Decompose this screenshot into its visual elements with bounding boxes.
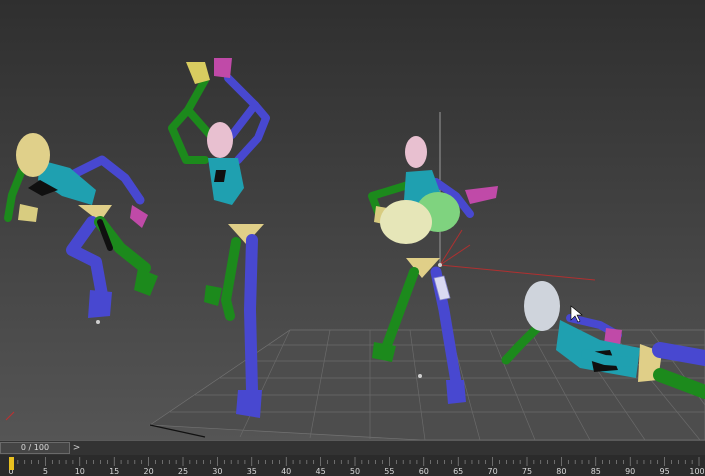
frame-ruler[interactable]: 0 5 10 15 20 25 30 35 40 45 50 55 60 65 70 75 80 85 90 95 10…	[0, 455, 705, 476]
guitar-disc-icon	[380, 200, 432, 244]
perspective-viewport[interactable]	[0, 0, 705, 440]
next-frame-arrow-icon[interactable]: >	[71, 441, 82, 455]
head-icon	[524, 281, 560, 331]
head-icon	[16, 133, 50, 177]
timeline-panel: 0 / 100 > 0 5 10 15 20 25 30 35 40 45 50 55 60 65 70 75…	[0, 440, 705, 476]
time-slider[interactable]: 0 / 100	[0, 442, 70, 454]
playhead-marker[interactable]	[9, 457, 14, 470]
head-icon	[405, 136, 427, 168]
time-slider-label: 0 / 100	[20, 443, 50, 452]
time-slider-track[interactable]: 0 / 100 >	[0, 441, 705, 455]
head-icon	[207, 122, 233, 158]
